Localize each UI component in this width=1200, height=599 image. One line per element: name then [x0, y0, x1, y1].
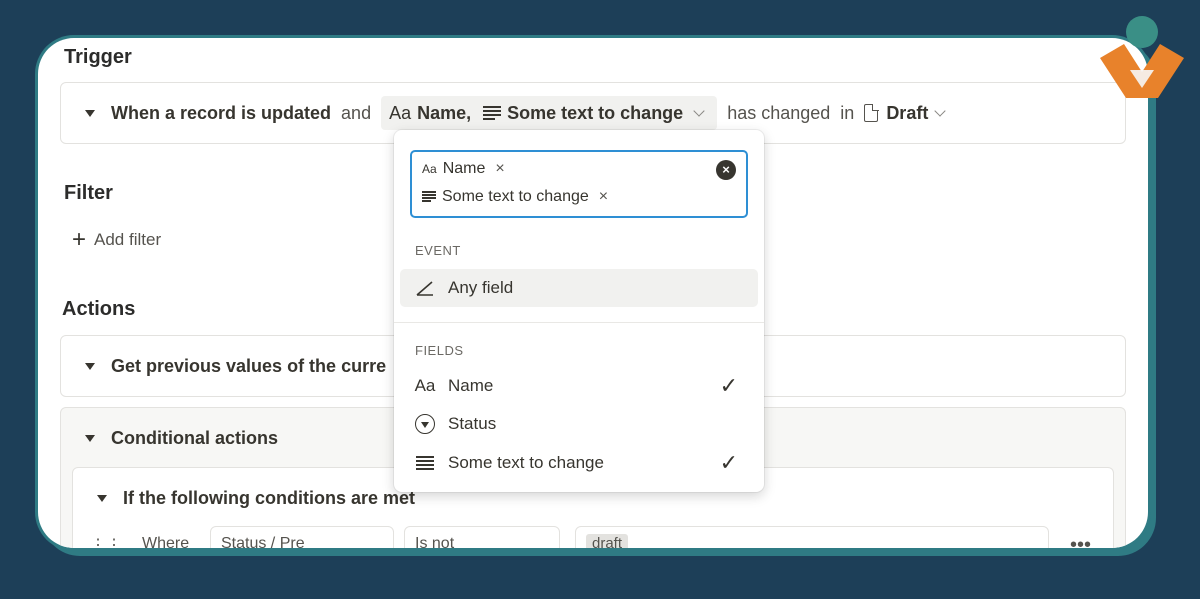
condition-field-select[interactable]: Status / Pre	[210, 526, 394, 548]
trigger-field-selector[interactable]: Aa Name, Some text to change	[381, 96, 718, 130]
selected-fields-input[interactable]: Aa Name × Some text to change × ×	[410, 150, 748, 218]
plus-icon: +	[72, 226, 87, 253]
field-picker-dropdown: Aa Name × Some text to change × × EVENT …	[394, 130, 764, 492]
status-icon	[415, 414, 435, 434]
trigger-title: Trigger	[64, 46, 132, 68]
remove-tag-icon[interactable]: ×	[599, 188, 608, 206]
event-any-field[interactable]: Any field	[400, 269, 758, 307]
add-filter-label: Add filter	[94, 230, 162, 249]
condition-value-tag: draft	[586, 534, 629, 548]
database-selector[interactable]: Draft	[864, 103, 950, 124]
text-lines-icon	[416, 456, 434, 470]
action-get-previous-label: Get previous values of the curre	[111, 356, 387, 376]
clear-all-icon[interactable]: ×	[716, 160, 736, 180]
edit-angle-icon	[414, 280, 436, 296]
trigger-field-name: Name,	[417, 102, 472, 123]
field-option-status[interactable]: Status	[400, 405, 758, 443]
text-type-icon: Aa	[414, 376, 436, 395]
condition-value-select[interactable]: draft	[575, 526, 1049, 548]
checkmark-icon: ✓	[719, 450, 738, 475]
more-options-icon[interactable]: •••	[1070, 534, 1091, 548]
field-option-label: Some text to change	[448, 453, 604, 472]
field-option-some-text[interactable]: Some text to change ✓	[400, 444, 758, 482]
actions-title: Actions	[62, 298, 136, 320]
chevron-down-icon	[693, 105, 705, 117]
text-lines-icon	[483, 106, 502, 120]
tag-label: Some text to change	[442, 188, 589, 205]
brand-logo	[1100, 16, 1184, 98]
selected-tag-name: Aa Name ×	[422, 160, 505, 178]
trigger-field-text: Some text to change	[507, 102, 684, 123]
remove-tag-icon[interactable]: ×	[495, 160, 504, 178]
collapse-caret-icon[interactable]	[85, 363, 95, 370]
trigger-when: When a record is updated	[111, 102, 332, 123]
selected-tag-text: Some text to change ×	[422, 188, 608, 206]
where-label: Where	[142, 535, 190, 548]
tag-label: Name	[442, 160, 486, 177]
text-lines-icon	[422, 191, 436, 203]
text-type-icon: Aa	[422, 162, 437, 176]
text-type-icon: Aa	[389, 102, 412, 123]
collapse-caret-icon[interactable]	[97, 495, 107, 502]
field-option-label: Name	[448, 376, 494, 395]
section-divider	[394, 322, 764, 323]
checkmark-icon: ✓	[719, 373, 738, 398]
condition-operator-select[interactable]: Is not	[404, 526, 560, 548]
filter-title: Filter	[64, 182, 113, 204]
fields-section-label: FIELDS	[415, 343, 464, 358]
event-any-field-label: Any field	[448, 278, 514, 297]
field-option-label: Status	[448, 414, 497, 433]
chevron-down-icon	[934, 105, 946, 117]
field-option-name[interactable]: Aa Name ✓	[400, 367, 758, 405]
conditions-label: If the following conditions are met	[123, 488, 416, 508]
trigger-in: in	[840, 102, 855, 123]
page-icon	[864, 103, 879, 122]
event-section-label: EVENT	[415, 243, 461, 258]
conditional-label: Conditional actions	[111, 428, 279, 448]
database-name: Draft	[886, 102, 929, 123]
condition-operator-value: Is not	[415, 535, 455, 548]
trigger-and: and	[341, 102, 372, 123]
condition-field-value: Status / Pre	[221, 535, 305, 548]
add-filter-button[interactable]: + Add filter	[72, 228, 161, 252]
collapse-caret-icon[interactable]	[85, 435, 95, 442]
trigger-has-changed: has changed	[727, 102, 831, 123]
collapse-caret-icon[interactable]	[85, 109, 95, 117]
drag-handle-icon[interactable]: ⋮⋮	[90, 535, 122, 548]
